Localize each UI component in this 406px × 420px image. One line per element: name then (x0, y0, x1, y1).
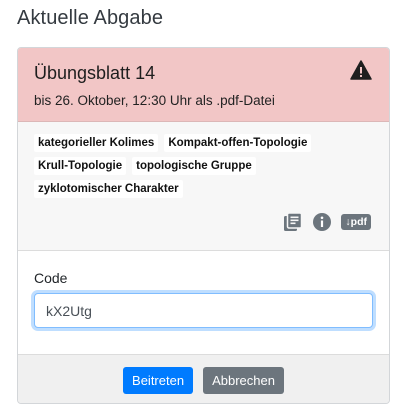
assignment-deadline: bis 26. Oktober, 12:30 Uhr als .pdf-Date… (34, 93, 275, 108)
assignment-tools: ↓pdf (274, 212, 371, 232)
submission-card: Übungsblatt 14 bis 26. Oktober, 12:30 Uh… (17, 47, 390, 404)
code-form: Code (18, 251, 389, 355)
tag-list: kategorieller Kolimes Kompakt-offen-Topo… (34, 134, 354, 203)
code-label: Code (34, 270, 68, 286)
warning-triangle-icon (350, 60, 372, 80)
assignment-header: Übungsblatt 14 bis 26. Oktober, 12:30 Uh… (18, 48, 389, 122)
pdf-download-button[interactable]: ↓pdf (341, 214, 371, 230)
join-button[interactable]: Beitreten (123, 367, 194, 394)
sheets-button[interactable] (283, 212, 303, 232)
tag-item: Krull-Topologie (34, 157, 127, 175)
sheets-icon (284, 212, 303, 231)
assignment-body: kategorieller Kolimes Kompakt-offen-Topo… (18, 122, 389, 251)
assignment-title: Übungsblatt 14 (34, 63, 156, 83)
tag-item: kategorieller Kolimes (34, 134, 159, 152)
tag-item: topologische Gruppe (132, 157, 256, 175)
tag-item: Kompakt-offen-Topologie (164, 134, 312, 152)
card-footer: Beitreten Abbrechen (18, 355, 389, 403)
info-icon (313, 213, 332, 231)
page-title: Aktuelle Abgabe (17, 7, 164, 29)
cancel-button[interactable]: Abbrechen (203, 367, 284, 394)
pdf-download-icon: ↓pdf (341, 214, 371, 230)
code-input[interactable] (34, 293, 373, 328)
info-button[interactable] (312, 212, 332, 232)
tag-item: zyklotomischer Charakter (34, 180, 183, 198)
